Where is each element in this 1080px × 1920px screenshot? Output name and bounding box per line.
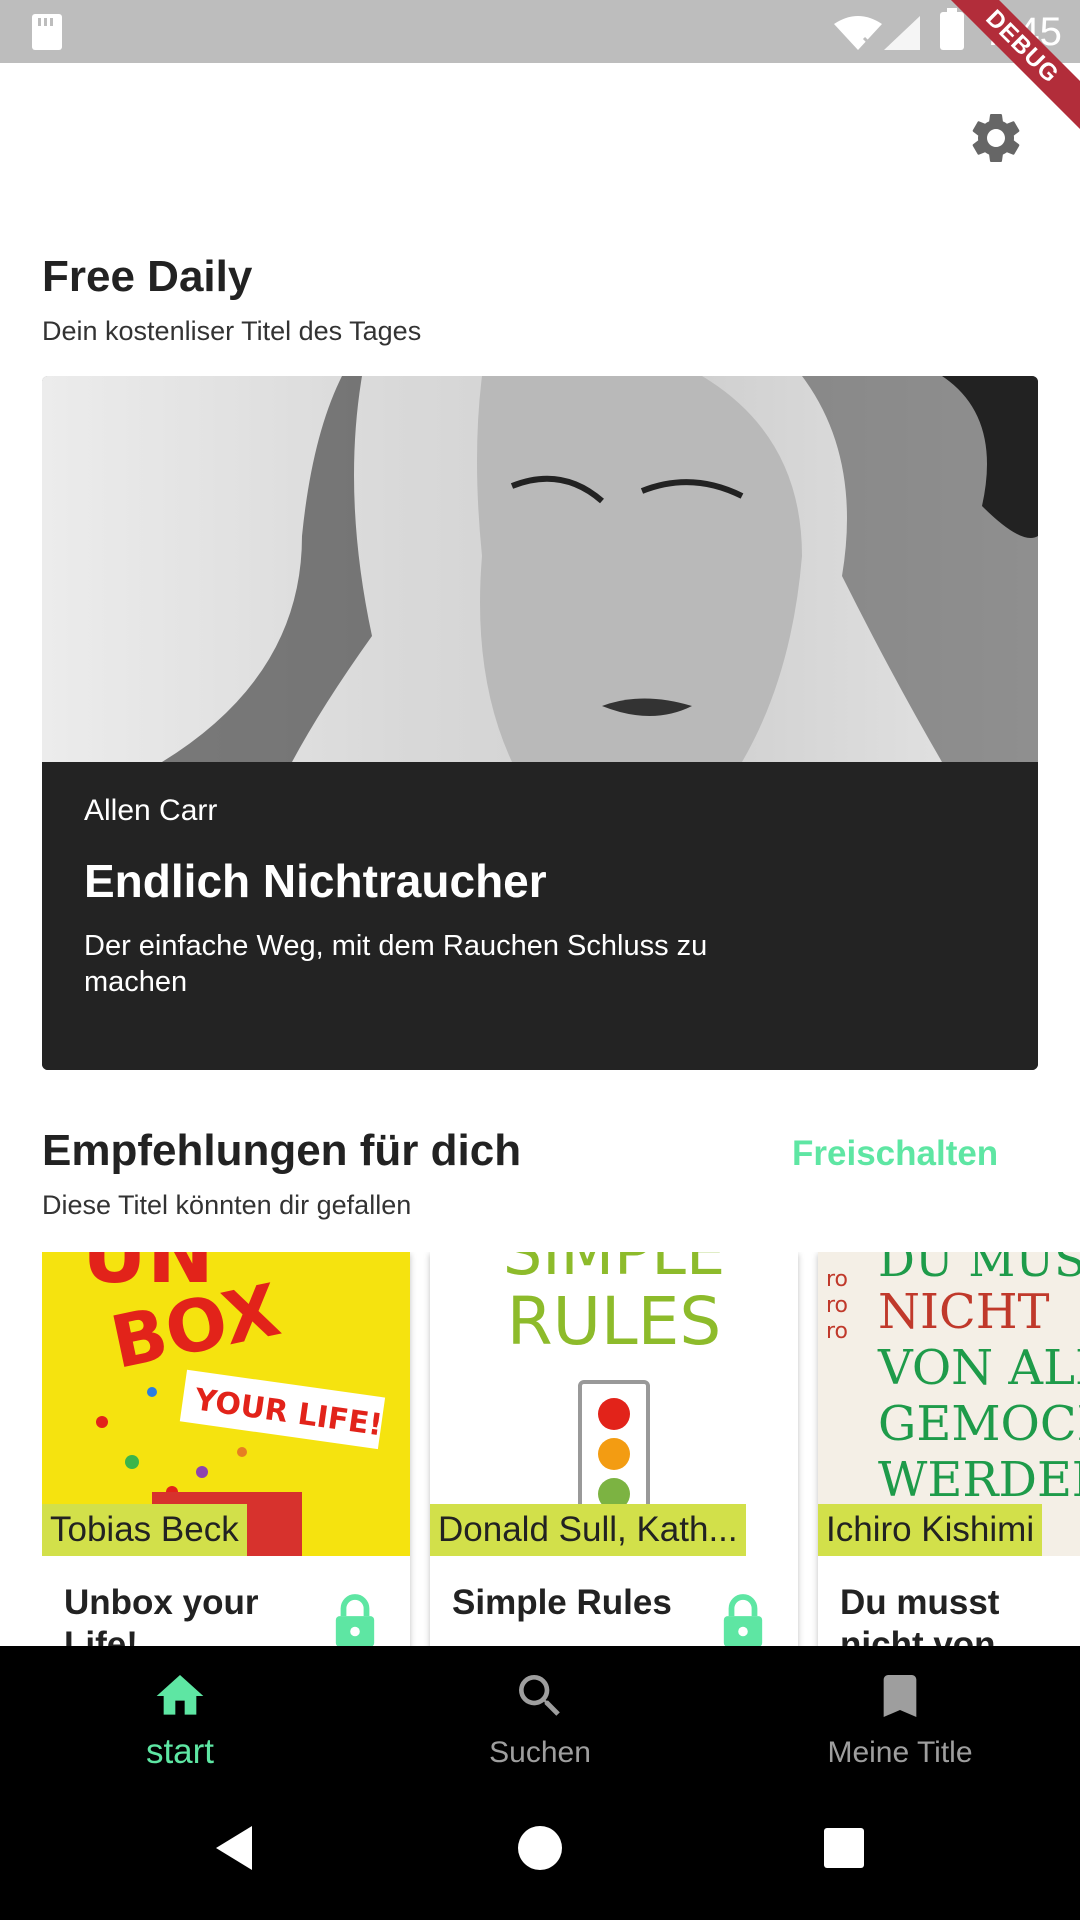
battery-icon [940,8,964,50]
status-bar: 7:45 DEBUG [0,0,1080,144]
unlock-button[interactable]: Freischalten [792,1134,998,1174]
lock-icon [335,1594,375,1646]
cover-text: DU MUSS [878,1252,1080,1287]
book-card[interactable]: UN BOX YOUR LIFE! Tobias Beck Unbox your… [42,1252,410,1646]
free-daily-title: Free Daily [42,252,253,301]
recents-icon[interactable] [814,1818,874,1878]
cover-text: GEMOCHT [878,1396,1080,1452]
bottom-navigation: start Suchen Meine Title [0,1646,1080,1778]
system-navigation-bar [0,1778,1080,1920]
card-author-tag: Donald Sull, Kath... [430,1504,746,1556]
back-icon[interactable] [206,1818,266,1878]
cover-text: ro [826,1267,848,1292]
card-author-tag: Tobias Beck [42,1504,247,1556]
lock-icon [723,1594,763,1646]
hero-book-title: Endlich Nichtraucher [84,855,547,907]
nav-label: Suchen [489,1736,591,1769]
recommendations-subtitle: Diese Titel könnten dir gefallen [42,1190,412,1220]
gear-icon[interactable] [966,108,1026,168]
app-screen: 7:45 DEBUG Free Daily Dein kostenliser T… [0,0,1080,1920]
hero-description: Der einfache Weg, mit dem Rauchen Schlus… [84,930,708,998]
card-title: Simple Rules [452,1583,672,1622]
card-author-tag: Ichiro Kishimi [818,1504,1043,1556]
cover-text: NICHT [878,1284,1050,1340]
book-card[interactable]: SIMPLE RULES Donald Sull, Kath... Simple… [430,1252,798,1646]
cover-text: VON ALL [877,1340,1080,1396]
nav-item-search[interactable]: Suchen [360,1646,720,1778]
hero-author: Allen Carr [84,794,218,827]
book-card[interactable]: ro ro ro DU MUSS NICHT VON ALL GEMOCHT W… [818,1252,1080,1646]
sd-card-icon [32,14,62,50]
hero-portrait-image [42,376,1038,762]
cover-text: ro [826,1319,848,1344]
cover-text: WERDEN [878,1452,1080,1508]
home-icon [156,1675,204,1715]
recommendations-carousel[interactable]: UN BOX YOUR LIFE! Tobias Beck Unbox your… [42,1252,1080,1646]
signal-icon [884,16,920,50]
card-title: Du musst nicht von [840,1583,1000,1646]
nav-item-my-titles[interactable]: Meine Title [720,1646,1080,1778]
search-icon [519,1675,560,1716]
nav-item-start[interactable]: start [0,1646,360,1778]
free-daily-card[interactable]: Allen Carr Endlich Nichtraucher Der einf… [42,376,1038,1070]
nav-label: start [145,1732,215,1771]
free-daily-subtitle: Dein kostenliser Titel des Tages [42,316,422,346]
cover-text: RULES [507,1283,722,1360]
card-title: Unbox your Life! [64,1583,259,1646]
wifi-icon [834,16,882,50]
cover-text: ro [826,1293,848,1318]
nav-label: Meine Title [827,1736,973,1769]
home-circle-icon[interactable] [510,1818,570,1878]
recommendations-title: Empfehlungen für dich [42,1126,522,1175]
bookmark-icon [883,1675,917,1717]
